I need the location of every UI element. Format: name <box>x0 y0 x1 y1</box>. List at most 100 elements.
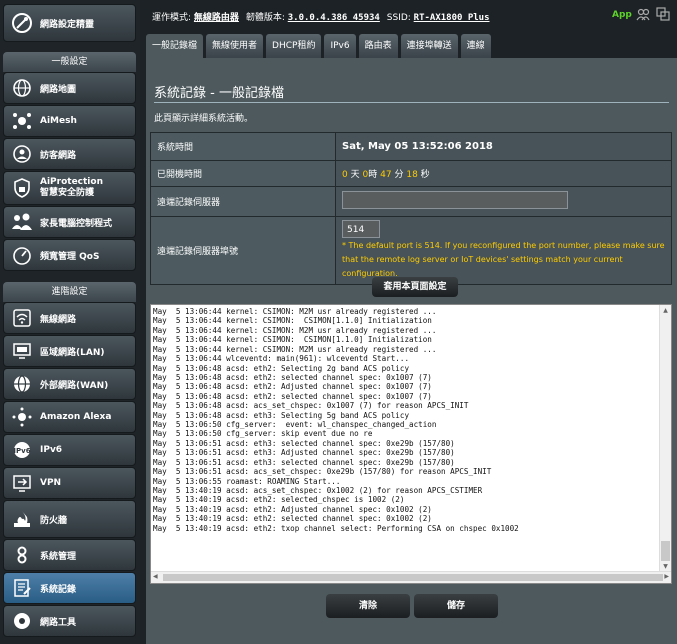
tab-general-log[interactable]: 一般記錄檔 <box>146 34 204 58</box>
users-icon[interactable] <box>636 7 650 24</box>
log-tabs: 一般記錄檔 無線使用者 DHCP租約 IPv6 路由表 連接埠轉送 連線 <box>146 34 491 58</box>
operation-mode-link[interactable]: 無線路由器 <box>194 13 239 23</box>
sidebar-item-label: 外部網路(WAN) <box>40 380 109 391</box>
scroll-down-arrow-icon[interactable]: ▼ <box>661 563 670 571</box>
scroll-left-arrow-icon[interactable]: ◀ <box>153 573 158 580</box>
log-line: May 5 13:40:19 acsd: eth2: selected chan… <box>153 514 432 524</box>
log-content: May 5 13:06:44 kernel: CSIMON: M2M usr a… <box>153 307 519 533</box>
sidebar-item-guest-network[interactable]: 訪客網路 <box>3 138 136 170</box>
sidebar-item-label: 無線網路 <box>40 314 77 325</box>
apply-settings-button[interactable]: 套用本頁面設定 <box>372 277 458 297</box>
firmware-version-link[interactable]: 3.0.0.4.386_45934 <box>288 13 380 23</box>
sidebar-item-alexa[interactable]: Amazon Alexa <box>3 401 136 433</box>
shield-lock-icon <box>10 176 34 200</box>
sidebar-item-label: IPv6 <box>40 445 63 455</box>
ssid-value[interactable]: RT-AX1800_Plus <box>414 13 490 23</box>
log-line: May 5 13:06:44 kernel: CSIMON: CSIMON[1.… <box>153 316 432 326</box>
tab-routing-table[interactable]: 路由表 <box>358 34 398 58</box>
sidebar-item-label: 訪客網路 <box>40 150 77 161</box>
vpn-icon <box>10 471 34 495</box>
port-note: * The default port is 514. If you reconf… <box>342 241 665 278</box>
app-link[interactable]: App <box>612 10 632 20</box>
quick-setup-label: 網路設定精靈 <box>40 19 95 30</box>
log-line: May 5 13:06:48 acsd: acs_set_chspec: 0x1… <box>153 401 469 411</box>
sidebar-item-qos[interactable]: 頻寬管理 QoS <box>3 239 136 271</box>
speedometer-icon <box>10 243 34 267</box>
title-divider <box>154 102 669 103</box>
log-line: May 5 13:06:44 kernel: CSIMON: M2M usr a… <box>153 325 437 335</box>
general-settings-header: 一般設定 <box>3 52 136 72</box>
log-line: May 5 13:06:51 acsd: acs_set_chspec: 0xe… <box>153 467 492 477</box>
sidebar-item-network-map[interactable]: 網路地圖 <box>3 72 136 104</box>
sidebar-item-sublabel: 智慧安全防護 <box>40 188 95 198</box>
uptime-hours-unit: 時 <box>368 170 378 180</box>
save-button[interactable]: 儲存 <box>414 594 498 618</box>
log-line: May 5 13:06:50 cfg_server: skip event du… <box>153 429 373 439</box>
sidebar-item-aimesh[interactable]: AiMesh <box>3 105 136 137</box>
page-title: 系統記錄 - 一般記錄檔 <box>154 86 284 101</box>
uptime-value: 0 天 0時 47 分 18 秒 <box>335 160 672 187</box>
uptime-minutes-unit: 分 <box>394 170 404 180</box>
tab-wireless-clients[interactable]: 無線使用者 <box>206 34 264 58</box>
log-line: May 5 13:40:19 acsd: eth2: selected_chsp… <box>153 495 405 505</box>
uptime-days-unit: 天 <box>350 170 360 180</box>
log-line: May 5 13:06:44 kernel: CSIMON: M2M usr a… <box>153 344 437 354</box>
log-line: May 5 13:06:48 acsd: eth2: Adjusted chan… <box>153 382 432 392</box>
horizontal-scrollbar[interactable]: ◀ ▶ <box>151 571 671 583</box>
horizontal-scroll-thumb[interactable] <box>163 574 663 581</box>
scroll-right-arrow-icon[interactable]: ▶ <box>664 573 669 580</box>
tab-port-forwarding[interactable]: 連接埠轉送 <box>400 34 458 58</box>
log-line: May 5 13:06:51 acsd: eth3: selected chan… <box>153 438 455 448</box>
network-tools-icon <box>10 609 34 633</box>
system-time-value: Sat, May 05 13:52:06 2018 <box>335 132 672 161</box>
sidebar-item-system-log[interactable]: 系統記錄 <box>3 572 136 604</box>
copy-icon[interactable] <box>656 7 670 24</box>
clear-button[interactable]: 清除 <box>326 594 410 618</box>
sidebar-item-administration[interactable]: 系統管理 <box>3 539 136 571</box>
lan-icon <box>10 339 34 363</box>
log-line: May 5 13:06:44 kernel: CSIMON: M2M usr a… <box>153 307 437 316</box>
sidebar-item-ipv6[interactable]: IPv6 IPv6 <box>3 434 136 466</box>
uptime-days: 0 <box>342 170 348 180</box>
sidebar-item-vpn[interactable]: VPN <box>3 467 136 499</box>
advanced-settings-header: 進階設定 <box>3 282 136 302</box>
tab-dhcp-leases[interactable]: DHCP租約 <box>266 34 322 58</box>
sidebar-item-lan[interactable]: 區域網路(LAN) <box>3 335 136 367</box>
vertical-scroll-thumb[interactable] <box>661 541 670 561</box>
quick-setup-button[interactable]: 網路設定精靈 <box>3 4 136 42</box>
log-textarea[interactable]: May 5 13:06:44 kernel: CSIMON: M2M usr a… <box>150 304 672 584</box>
sidebar-item-label: 網路工具 <box>40 617 77 628</box>
sidebar-item-parental-controls[interactable]: 家長電腦控制程式 <box>3 206 136 238</box>
mesh-icon <box>10 109 34 133</box>
firewall-icon <box>10 507 34 531</box>
log-line: May 5 13:06:50 cfg_server: event: wl_cha… <box>153 420 437 430</box>
vertical-scrollbar[interactable]: ▲ ▼ <box>659 305 671 573</box>
remote-log-server-input[interactable] <box>342 191 568 209</box>
sidebar-item-wireless[interactable]: 無線網路 <box>3 302 136 334</box>
sidebar-item-label: 系統記錄 <box>40 584 77 595</box>
uptime-label: 已開機時間 <box>150 160 336 187</box>
sidebar-item-label: 網路地圖 <box>40 84 77 95</box>
sidebar-item-label: 家長電腦控制程式 <box>40 218 113 229</box>
sidebar-item-label: AiProtection <box>40 177 103 187</box>
log-line: May 5 13:06:48 acsd: eth2: selected chan… <box>153 391 432 401</box>
tab-connections[interactable]: 連線 <box>460 34 491 58</box>
svg-text:IPv6: IPv6 <box>13 447 30 455</box>
sidebar-item-network-tools[interactable]: 網路工具 <box>3 605 136 637</box>
operation-mode-label: 運作模式: <box>152 13 192 23</box>
family-icon <box>10 210 34 234</box>
page-description: 此頁顯示詳細系統活動。 <box>154 114 254 124</box>
tab-ipv6[interactable]: IPv6 <box>324 34 356 58</box>
globe-icon <box>10 76 34 100</box>
sidebar-item-aiprotection[interactable]: AiProtection 智慧安全防護 <box>3 171 136 205</box>
scroll-up-arrow-icon[interactable]: ▲ <box>661 307 670 315</box>
log-line: May 5 13:06:48 acsd: eth3: Selecting 5g … <box>153 410 410 420</box>
log-settings-table: 系統時間 Sat, May 05 13:52:06 2018 已開機時間 0 天… <box>150 132 672 285</box>
remote-port-label: 遠端記錄伺服器埠號 <box>150 216 336 285</box>
firmware-label: 韌體版本: <box>245 13 285 23</box>
sidebar-item-firewall[interactable]: 防火牆 <box>3 500 136 538</box>
sidebar-item-wan[interactable]: 外部網路(WAN) <box>3 368 136 400</box>
system-time-label: 系統時間 <box>150 132 336 161</box>
guest-network-icon <box>10 142 34 166</box>
remote-log-port-input[interactable]: 514 <box>342 220 380 238</box>
